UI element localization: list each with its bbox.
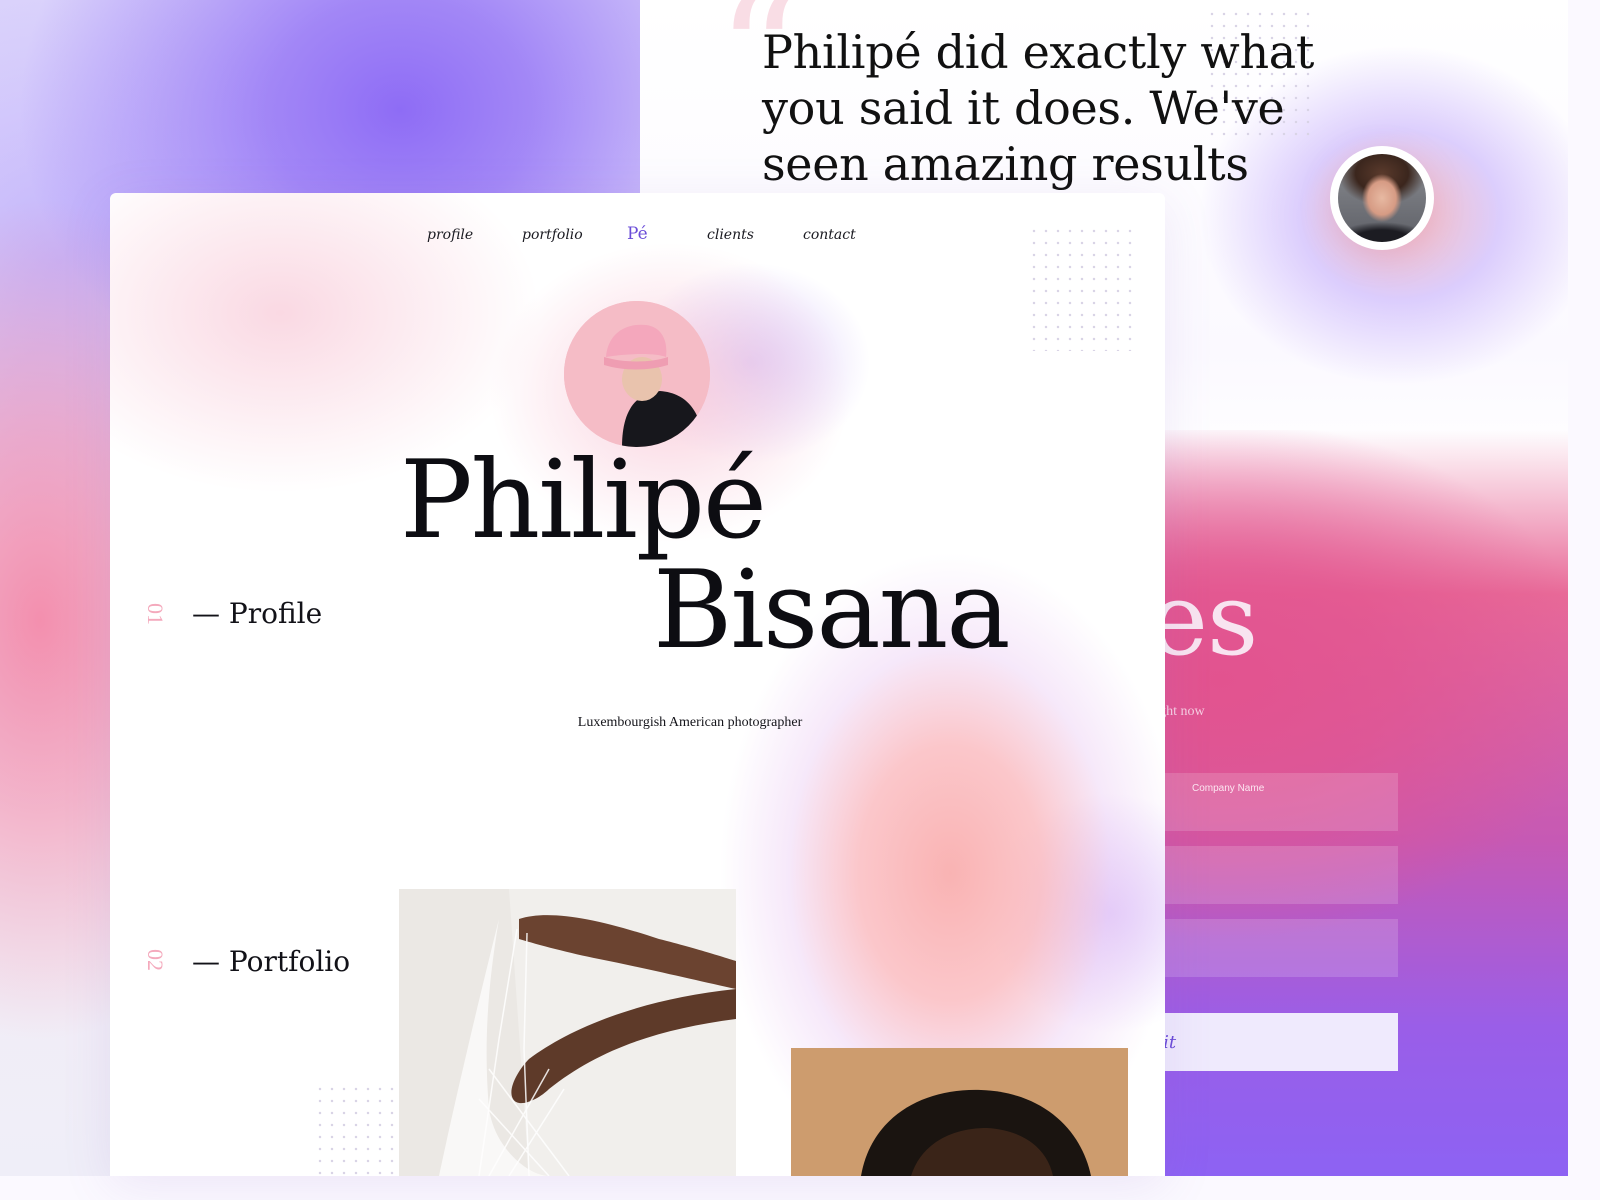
section-number-profile: 01 <box>143 603 168 625</box>
dot-grid-bottom <box>314 1083 398 1176</box>
nav-profile[interactable]: profile <box>427 227 473 243</box>
company-name-placeholder: Company Name <box>1192 783 1265 794</box>
portfolio-photo-portrait[interactable] <box>791 1048 1128 1176</box>
nav-portfolio[interactable]: portfolio <box>522 227 583 243</box>
portfolio-photo-hands[interactable] <box>399 889 736 1176</box>
nav-contact[interactable]: contact <box>803 227 856 243</box>
hero-tagline: Luxembourgish American photographer <box>577 715 803 730</box>
section-number-portfolio: 02 <box>143 949 168 971</box>
client-photo <box>1338 154 1426 242</box>
hands-net-bag-image <box>399 889 736 1176</box>
hero-first-name: Philipé <box>400 438 767 563</box>
nav-clients[interactable]: clients <box>707 227 754 243</box>
section-label-portfolio[interactable]: — Portfolio <box>192 945 350 978</box>
section-label-profile[interactable]: — Profile <box>192 597 322 630</box>
client-avatar <box>1330 146 1434 250</box>
profile-photo <box>564 301 710 447</box>
nav-logo[interactable]: Pé <box>627 224 648 244</box>
profile-card: profile portfolio Pé clients contact Phi… <box>110 193 1165 1176</box>
profile-avatar <box>564 301 710 447</box>
top-nav: profile portfolio Pé clients contact <box>110 224 1165 251</box>
portrait-image <box>791 1048 1128 1176</box>
testimonial-quote: Philipé did exactly what you said it doe… <box>762 25 1315 191</box>
hero-last-name: Bisana <box>653 548 1011 673</box>
